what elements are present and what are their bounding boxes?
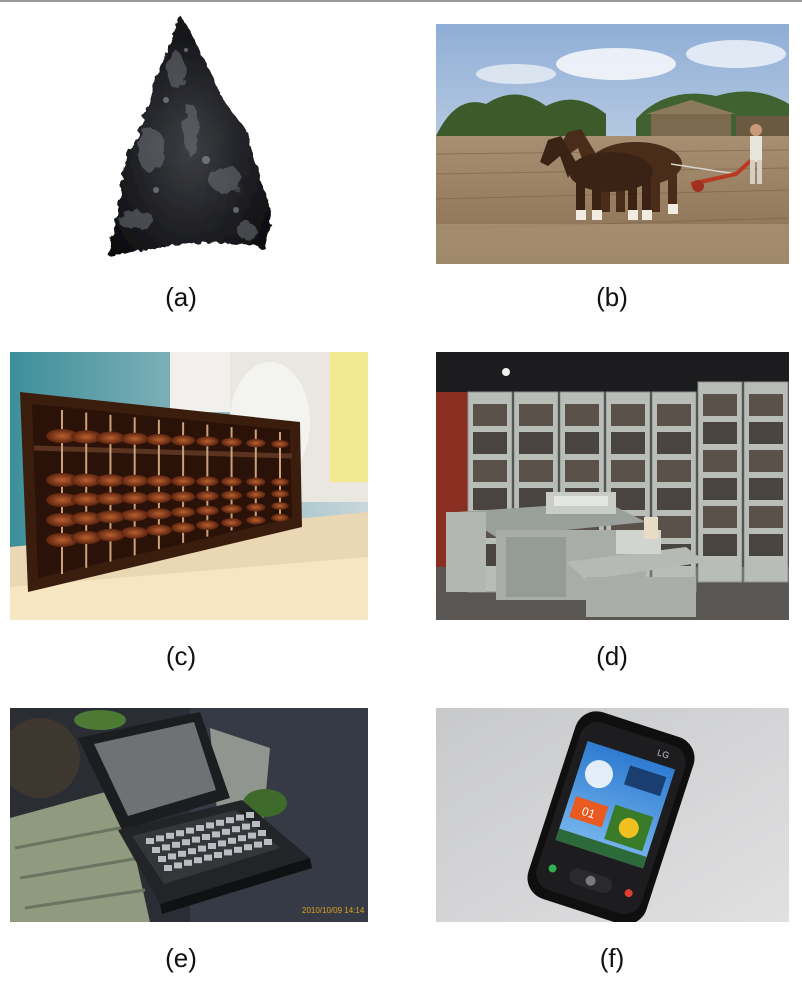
panel-c-abacus-image bbox=[10, 352, 368, 620]
top-border bbox=[0, 0, 802, 2]
caption-b: (b) bbox=[596, 282, 628, 312]
panel-b-plowing-image bbox=[436, 24, 789, 264]
caption-c: (c) bbox=[165, 641, 197, 671]
panel-a-arrowhead-image bbox=[96, 10, 280, 260]
caption-e: (e) bbox=[165, 943, 197, 973]
caption-a: (a) bbox=[165, 282, 197, 312]
laptop-timestamp: 2010/10/09 14:14 bbox=[302, 906, 365, 915]
caption-d: (d) bbox=[596, 641, 628, 671]
panel-f-phone-image: LG 01 bbox=[436, 708, 789, 922]
panel-e-laptop-image: 2010/10/09 14:14 bbox=[10, 708, 368, 922]
panel-d-mainframe-image bbox=[436, 352, 789, 620]
caption-f: (f) bbox=[599, 943, 625, 973]
